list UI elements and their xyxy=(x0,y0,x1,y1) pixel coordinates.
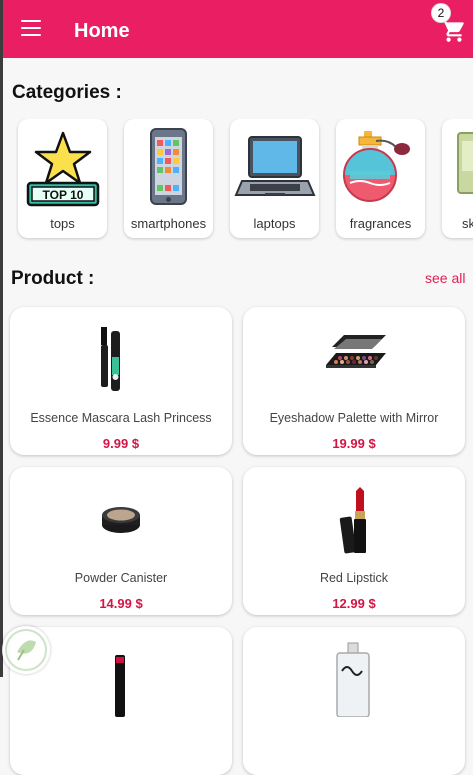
product-image xyxy=(115,655,125,717)
product-card[interactable] xyxy=(243,627,465,775)
see-all-link[interactable]: see all xyxy=(425,270,465,286)
skincare-tube-icon xyxy=(457,132,473,194)
product-price: 9.99 $ xyxy=(102,436,140,451)
mascara-image xyxy=(101,327,120,391)
products-heading: Product : xyxy=(11,268,95,289)
category-label: laptops xyxy=(253,216,296,231)
app-bar: Home 2 xyxy=(3,0,473,58)
product-price: 19.99 $ xyxy=(332,436,376,451)
product-price: 12.99 $ xyxy=(332,596,376,611)
category-card-fragrances[interactable]: fragrances xyxy=(336,119,425,238)
product-card[interactable]: Essence Mascara Lash Princess 9.99 $ xyxy=(10,307,232,455)
product-card[interactable]: Eyeshadow Palette with Mirror 19.99 $ xyxy=(243,307,465,455)
red-lipstick-image xyxy=(339,487,366,554)
category-label: tops xyxy=(50,216,75,231)
product-name: Eyeshadow Palette with Mirror xyxy=(269,411,439,425)
product-price: 14.99 $ xyxy=(99,596,143,611)
perfume-bottle-icon xyxy=(343,131,410,202)
cart-button[interactable]: 2 xyxy=(432,4,469,44)
powder-canister-image xyxy=(102,507,140,533)
page-title: Home xyxy=(74,20,130,42)
left-edge-strip xyxy=(0,0,3,677)
product-name: Powder Canister xyxy=(74,571,168,585)
hamburger-menu-icon[interactable] xyxy=(21,20,41,36)
cart-count-badge: 2 xyxy=(432,4,450,22)
category-label: fragrances xyxy=(349,216,412,231)
shopping-cart-icon xyxy=(442,20,464,42)
category-card-laptops[interactable]: laptops xyxy=(230,119,319,238)
product-name: Red Lipstick xyxy=(319,571,389,585)
laptop-icon xyxy=(234,136,316,196)
category-label: sk xyxy=(462,216,473,231)
svg-text:TOP 10: TOP 10 xyxy=(43,188,84,202)
floating-leaf-button[interactable] xyxy=(2,626,50,674)
top10-star-icon: TOP 10 xyxy=(26,131,100,207)
category-card-tops[interactable]: TOP 10 tops xyxy=(18,119,107,238)
product-card[interactable]: Powder Canister 14.99 $ xyxy=(10,467,232,615)
category-label: smartphones xyxy=(130,216,207,231)
smartphone-icon xyxy=(150,128,187,205)
product-name: Essence Mascara Lash Princess xyxy=(30,411,212,425)
eyeshadow-palette-image xyxy=(326,335,386,368)
leaf-icon xyxy=(5,629,47,671)
category-card-skincare[interactable]: sk xyxy=(442,119,473,238)
categories-list: TOP 10 tops smartphones laptops fragranc… xyxy=(16,119,473,243)
categories-heading: Categories : xyxy=(12,82,122,103)
category-card-smartphones[interactable]: smartphones xyxy=(124,119,213,238)
product-card[interactable]: Red Lipstick 12.99 $ xyxy=(243,467,465,615)
perfume-bottle-image xyxy=(336,642,370,717)
